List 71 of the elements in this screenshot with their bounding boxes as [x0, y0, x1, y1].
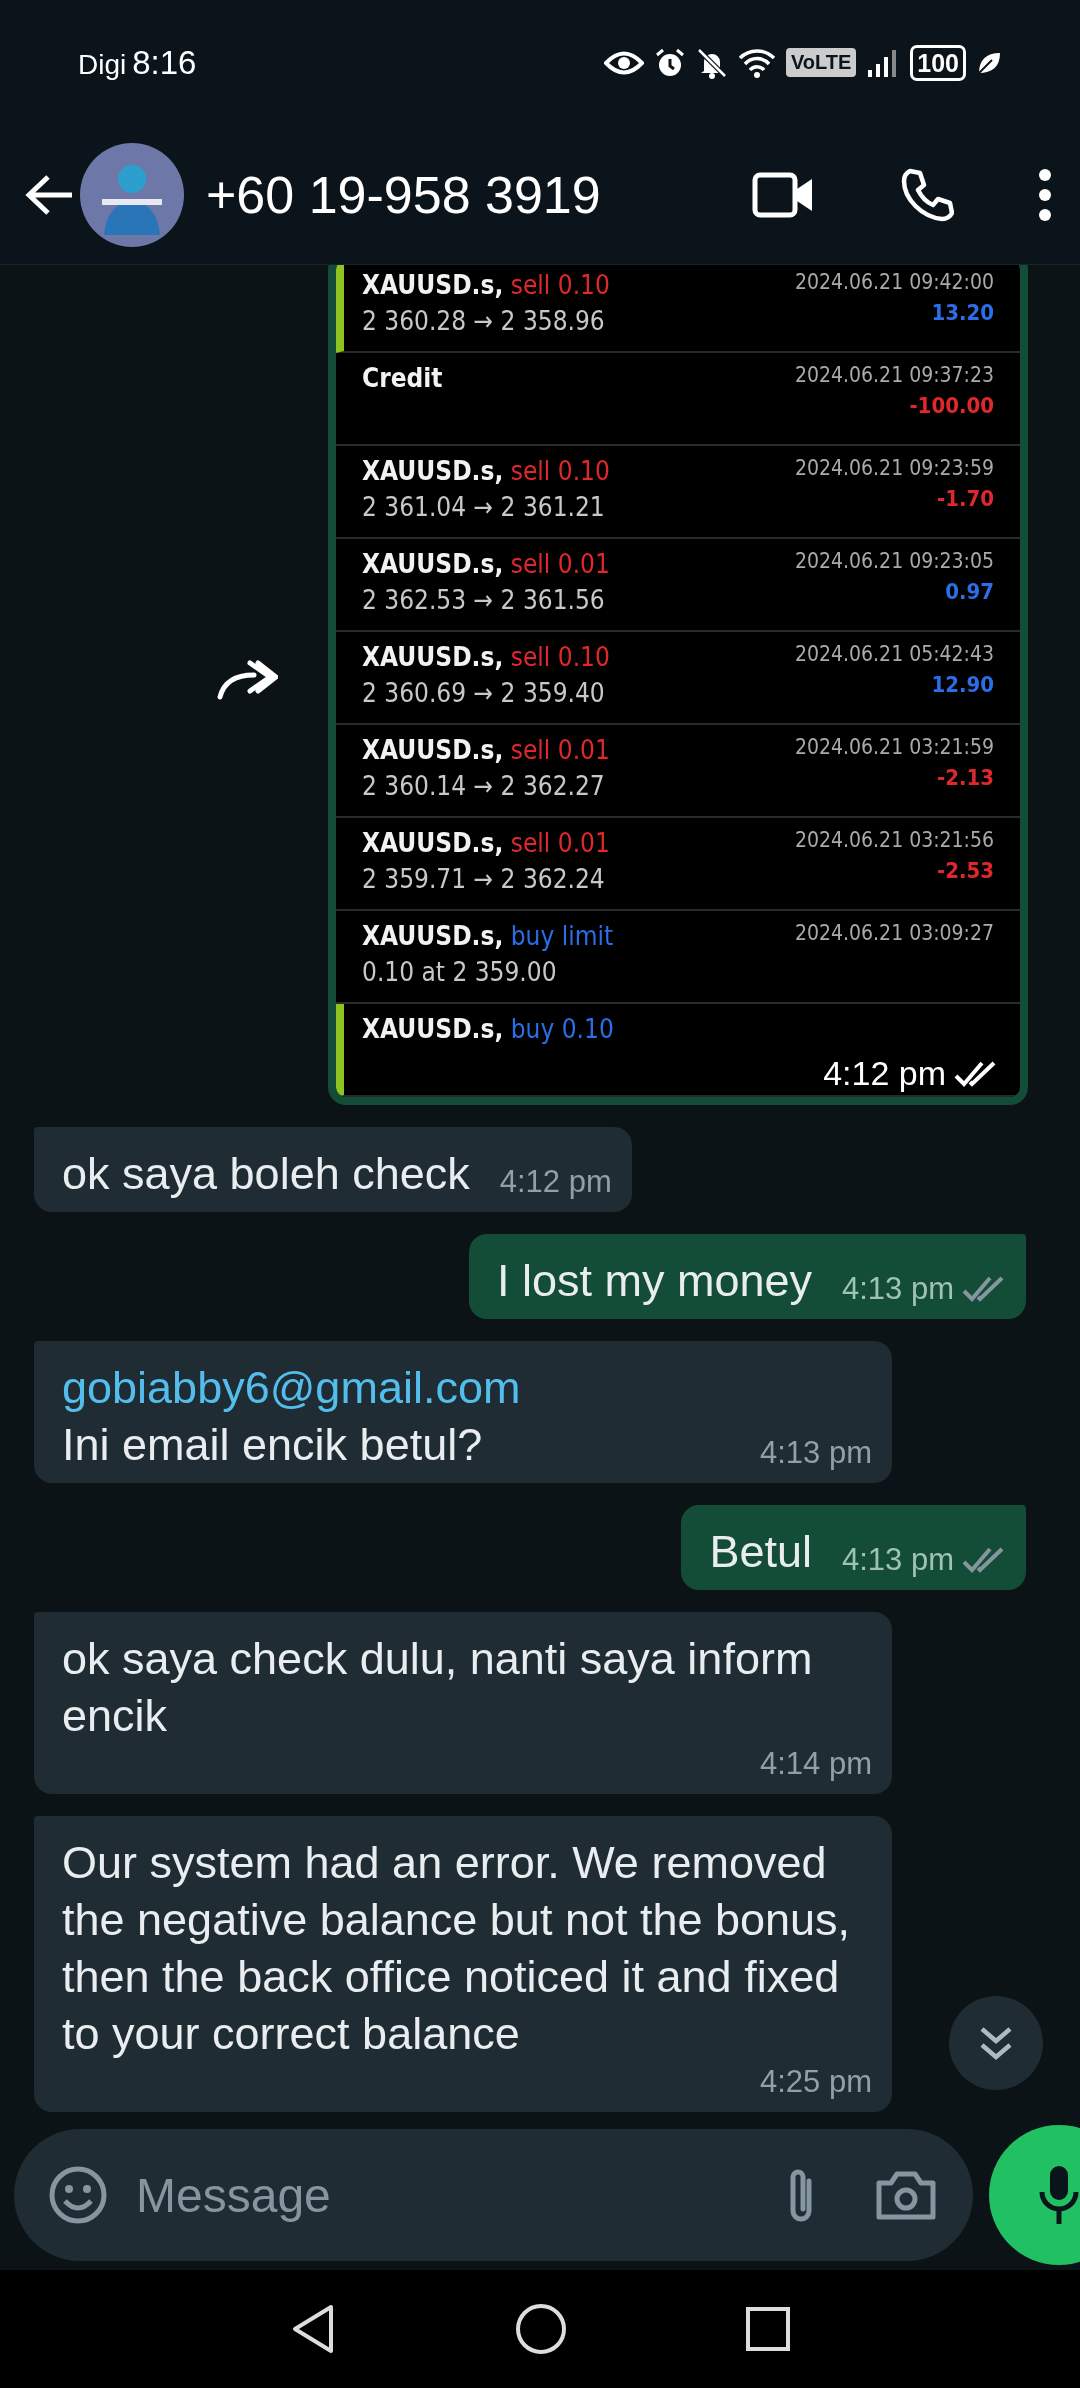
message-text: Ini email encik betul?: [62, 1418, 483, 1472]
trade-date: 2024.06.21 03:21:59: [795, 735, 994, 759]
message-bubble[interactable]: ok saya boleh check 4:12 pm: [34, 1127, 632, 1212]
alarm-icon: [653, 46, 686, 79]
muted-bell-icon: [695, 46, 728, 79]
trade-profit: -100.00: [909, 393, 994, 418]
message-text: Betul: [709, 1525, 812, 1579]
trade-title: XAUUSD.s, buy 0.10: [362, 1014, 614, 1044]
message-text: Our system had an error. We removed the negative balance but not the bonus, then the back office noticed it and fixed to your correct balance: [62, 1836, 852, 2061]
trade-prices: 2 362.53 → 2 361.56: [362, 585, 606, 615]
message-bubble[interactable]: Our system had an error. We removed the negative balance but not the bonus, then the back office noticed it and fixed to your correct balance 4:25 pm: [34, 1816, 892, 2112]
message-field[interactable]: Message: [14, 2129, 973, 2261]
camera-icon[interactable]: [875, 2169, 937, 2221]
trade-date: 2024.06.21 09:42:00: [795, 270, 994, 294]
trade-date: 2024.06.21 03:21:56: [795, 828, 994, 852]
recents-icon[interactable]: [745, 2306, 791, 2352]
trade-profit: -1.70: [936, 486, 994, 511]
email-link[interactable]: gobiabby6@gmail.com: [62, 1359, 872, 1416]
carrier-name: Digi: [78, 48, 127, 81]
message-text: I lost my money: [496, 1254, 812, 1308]
back-arrow-icon[interactable]: [24, 173, 74, 216]
message-bubble[interactable]: Betul 4:13 pm: [681, 1505, 1026, 1590]
microphone-icon: [1039, 2164, 1079, 2226]
trade-date: 2024.06.21 09:23:59: [795, 456, 994, 480]
video-call-icon[interactable]: [752, 171, 814, 218]
message-time: 4:14 pm: [760, 1745, 872, 1783]
message-time: 4:12 pm: [499, 1163, 612, 1201]
trade-title: XAUUSD.s, sell 0.01: [362, 735, 610, 765]
message-time: 4:13 pm: [842, 1270, 954, 1308]
trade-title: XAUUSD.s, sell 0.10: [362, 642, 610, 672]
trade-profit: 13.20: [931, 300, 994, 325]
message-text: ok saya check dulu, nanti saya inform encik: [62, 1632, 814, 1743]
trade-profit: -2.13: [936, 765, 994, 790]
trade-title: XAUUSD.s, sell 0.10: [362, 456, 610, 486]
emoji-icon[interactable]: [48, 2165, 108, 2225]
trade-prices: 2 360.28 → 2 358.96: [362, 306, 606, 336]
message-text: ok saya boleh check: [62, 1147, 470, 1201]
home-icon[interactable]: [515, 2303, 567, 2355]
trade-profit: -2.53: [936, 858, 994, 883]
trade-title: XAUUSD.s, sell 0.01: [362, 549, 610, 579]
message-bubble[interactable]: ok saya check dulu, nanti saya inform encik 4:14 pm: [34, 1612, 892, 1794]
trade-title: XAUUSD.s, sell 0.10: [362, 270, 610, 300]
trade-date: 2024.06.21 03:09:27: [795, 921, 994, 945]
trade-date: 2024.06.21 09:37:23: [795, 363, 994, 387]
trade-prices: 2 359.71 → 2 362.24: [362, 864, 606, 894]
message-time: 4:13 pm: [760, 1434, 872, 1472]
wifi-icon: [737, 46, 776, 79]
trade-symbol: Credit: [362, 363, 443, 393]
avatar-icon[interactable]: [80, 142, 184, 247]
message-bubble[interactable]: I lost my money 4:13 pm: [468, 1234, 1026, 1319]
image-message[interactable]: [328, 265, 1028, 1105]
trade-title: XAUUSD.s, sell 0.01: [362, 828, 610, 858]
battery-level: 100: [910, 44, 966, 81]
trade-prices: 2 360.69 → 2 359.40: [362, 678, 606, 708]
eye-icon: [603, 49, 644, 76]
trade-prices: 2 361.04 → 2 361.21: [362, 492, 606, 522]
message-time: 4:13 pm: [842, 1541, 954, 1579]
trade-title: XAUUSD.s, buy limit: [362, 921, 614, 951]
trade-profit: 0.97: [945, 579, 994, 604]
message-bubble[interactable]: gobiabby6@gmail.com Ini email encik betul? 4:13 pm: [34, 1341, 892, 1483]
message-time: 4:12 pm: [823, 1054, 946, 1093]
trade-prices: 0.10 at 2 359.00: [362, 957, 558, 987]
trade-date: 2024.06.21 09:23:05: [795, 549, 994, 573]
message-time: 4:25 pm: [760, 2063, 872, 2101]
contact-name[interactable]: +60 19-958 3919: [206, 164, 601, 225]
trade-profit: 12.90: [931, 672, 994, 697]
trade-date: 2024.06.21 05:42:43: [795, 642, 994, 666]
status-time: 8:16: [132, 43, 197, 82]
menu-icon[interactable]: [1038, 167, 1052, 222]
trade-prices: 2 360.14 → 2 362.27: [362, 771, 606, 801]
volte-badge: VoLTE: [785, 48, 857, 77]
